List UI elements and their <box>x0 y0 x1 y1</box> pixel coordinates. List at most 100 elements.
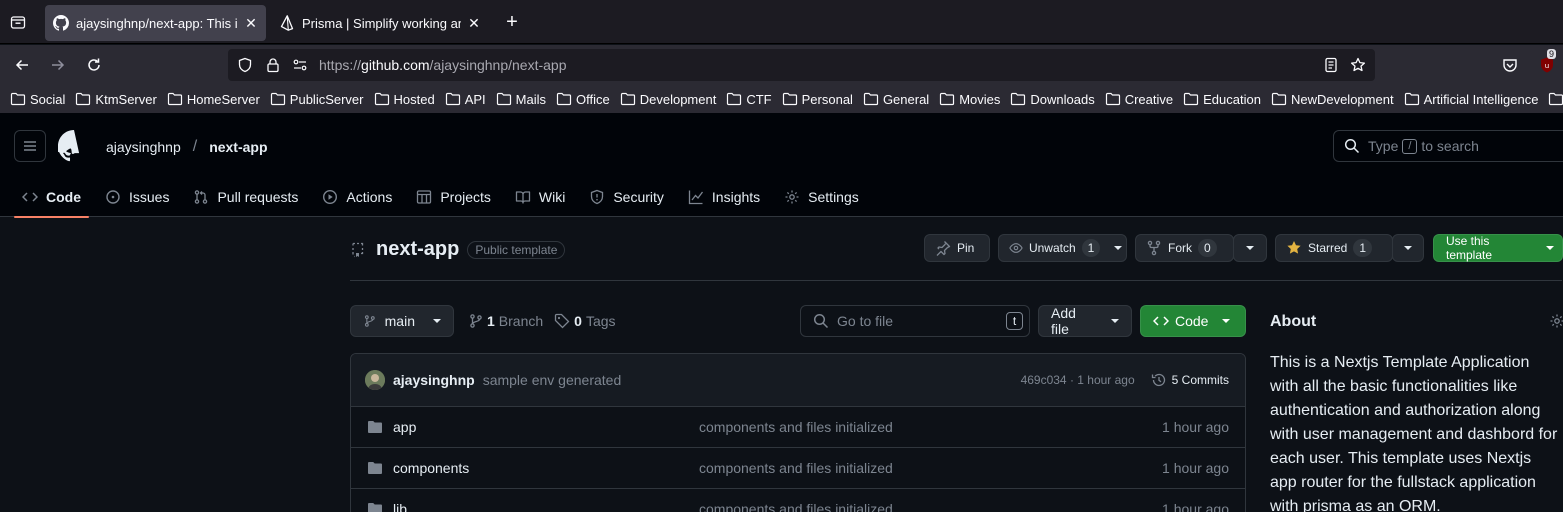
tab-pull-requests[interactable]: Pull requests <box>185 177 306 217</box>
commit-meta[interactable]: 469c034 · 1 hour ago <box>1021 373 1135 387</box>
shield-icon[interactable] <box>237 57 253 73</box>
folder-icon <box>368 462 382 474</box>
code-button[interactable]: Code <box>1140 305 1246 337</box>
file-commit-message[interactable]: components and files initialized <box>699 501 1162 512</box>
gear-icon[interactable] <box>1549 313 1563 329</box>
new-tab-icon[interactable]: + <box>503 12 521 32</box>
file-name[interactable]: lib <box>393 501 407 512</box>
avatar[interactable] <box>365 370 385 390</box>
tab-settings[interactable]: Settings <box>776 177 867 217</box>
tab-insights[interactable]: Insights <box>680 177 768 217</box>
tab-list-icon[interactable] <box>8 12 28 32</box>
bookmark-folder[interactable]: Education <box>1183 92 1261 107</box>
commits-link[interactable]: 5 Commits <box>1151 372 1229 388</box>
forward-icon[interactable] <box>47 55 69 75</box>
fork-icon <box>1147 240 1161 256</box>
tags-link[interactable]: 0 Tags <box>554 313 616 329</box>
star-bookmark-icon[interactable] <box>1350 57 1366 73</box>
branches-link[interactable]: 1 Branch <box>468 313 543 329</box>
back-icon[interactable] <box>11 55 33 75</box>
use-template-button[interactable]: Use this template <box>1433 234 1563 262</box>
star-dropdown-button[interactable] <box>1392 234 1424 262</box>
tab-code[interactable]: Code <box>14 177 89 218</box>
bookmark-folder[interactable]: Artificial Intelligence <box>1404 92 1538 107</box>
breadcrumb-repo[interactable]: next-app <box>209 139 267 155</box>
pocket-icon[interactable] <box>1499 55 1521 75</box>
bookmark-folder[interactable]: Movies <box>939 92 1000 107</box>
unwatch-button[interactable]: Unwatch 1 <box>998 234 1127 262</box>
tab-projects[interactable]: Projects <box>408 177 499 217</box>
table-row[interactable]: lib components and files initialized 1 hou… <box>351 489 1245 512</box>
bookmark-folder[interactable]: API <box>445 92 486 107</box>
go-to-file-shortcut: t <box>1006 312 1023 330</box>
fork-dropdown-button[interactable] <box>1233 234 1267 262</box>
bookmark-folder[interactable]: Personal <box>782 92 853 107</box>
tab-wiki[interactable]: Wiki <box>507 177 573 217</box>
breadcrumb-owner[interactable]: ajaysinghnp <box>106 139 181 155</box>
bookmark-label: Mails <box>515 91 547 107</box>
lock-icon[interactable] <box>265 57 281 73</box>
menu-button[interactable] <box>14 130 46 162</box>
file-name[interactable]: app <box>393 419 416 435</box>
bookmark-folder[interactable]: PublicServer <box>270 92 364 107</box>
file-name[interactable]: components <box>393 460 469 476</box>
url-text[interactable]: https://github.com/ajaysinghnp/next-app <box>319 57 567 73</box>
folder-icon <box>1184 92 1199 106</box>
search-input[interactable]: Type / to search <box>1333 130 1563 162</box>
tab-security[interactable]: Security <box>581 177 672 217</box>
fork-button[interactable]: Fork 0 <box>1135 234 1234 262</box>
reader-view-icon[interactable] <box>1323 57 1339 73</box>
address-bar[interactable]: https://github.com/ajaysinghnp/next-app <box>228 49 1375 81</box>
bookmark-folder[interactable]: Creative <box>1105 92 1173 107</box>
branch-selector[interactable]: main <box>350 305 454 337</box>
book-icon <box>515 191 531 204</box>
commit-author[interactable]: ajaysinghnp <box>393 372 475 388</box>
bookmark-folder[interactable]: Mails <box>496 92 546 107</box>
bookmark-folder[interactable]: Office <box>556 92 610 107</box>
table-row[interactable]: app components and files initialized 1 hou… <box>351 407 1245 448</box>
add-file-button[interactable]: Add file <box>1038 305 1132 337</box>
repo-template-icon <box>352 242 364 257</box>
close-tab-icon[interactable]: ✕ <box>467 16 481 30</box>
chevron-down-icon[interactable] <box>1110 246 1126 250</box>
bookmark-folder[interactable]: Downloads <box>1010 92 1095 107</box>
file-commit-message[interactable]: components and files initialized <box>699 460 1162 476</box>
gear-icon <box>785 190 799 204</box>
commit-message[interactable]: sample env generated <box>483 372 1021 388</box>
bookmark-label: Office <box>576 91 610 107</box>
folder-icon <box>368 503 382 512</box>
branch-count: 1 <box>487 313 495 329</box>
url-scheme: https:// <box>319 57 362 73</box>
bookmark-folder[interactable]: KtmServer <box>75 92 157 107</box>
file-commit-message[interactable]: components and files initialized <box>699 419 1162 435</box>
bookmark-folder[interactable]: NewDevelopment <box>1271 92 1394 107</box>
starred-button[interactable]: Starred 1 <box>1275 234 1393 262</box>
tab-label: Settings <box>808 189 859 205</box>
bookmark-folder[interactable]: Hosted <box>374 92 435 107</box>
table-row[interactable]: components components and files initializ… <box>351 448 1245 489</box>
github-logo-icon[interactable] <box>58 130 90 162</box>
bookmark-folder[interactable]: HomeServer <box>167 92 260 107</box>
bookmark-folder[interactable]: General <box>863 92 929 107</box>
repo-name[interactable]: next-app <box>376 238 459 261</box>
go-to-file-input[interactable]: Go to file t <box>800 305 1030 337</box>
bookmark-folder[interactable]: Development <box>620 92 716 107</box>
close-tab-icon[interactable]: ✕ <box>244 16 258 30</box>
browser-tab-github[interactable]: ajaysinghnp/next-app: This is a ✕ <box>45 5 266 41</box>
tab-issues[interactable]: Issues <box>97 177 177 217</box>
pin-button[interactable]: Pin <box>924 234 990 262</box>
bookmark-folder[interactable]: Library <box>1548 92 1563 107</box>
browser-tab-prisma[interactable]: Prisma | Simplify working and in ✕ <box>271 5 489 41</box>
commits-count: 5 Commits <box>1171 373 1229 387</box>
folder-icon <box>76 92 91 106</box>
folder-icon <box>167 92 182 106</box>
ublock-extension-icon[interactable]: u 9 <box>1536 49 1558 75</box>
tab-actions[interactable]: Actions <box>314 177 400 217</box>
tab-label: Security <box>613 189 664 205</box>
reload-icon[interactable] <box>83 55 105 75</box>
bookmark-folder[interactable]: Social <box>10 92 65 107</box>
bookmark-folder[interactable]: CTF <box>726 92 772 107</box>
eye-icon <box>1009 243 1023 253</box>
pin-icon <box>936 241 951 256</box>
permissions-icon[interactable] <box>292 57 308 73</box>
